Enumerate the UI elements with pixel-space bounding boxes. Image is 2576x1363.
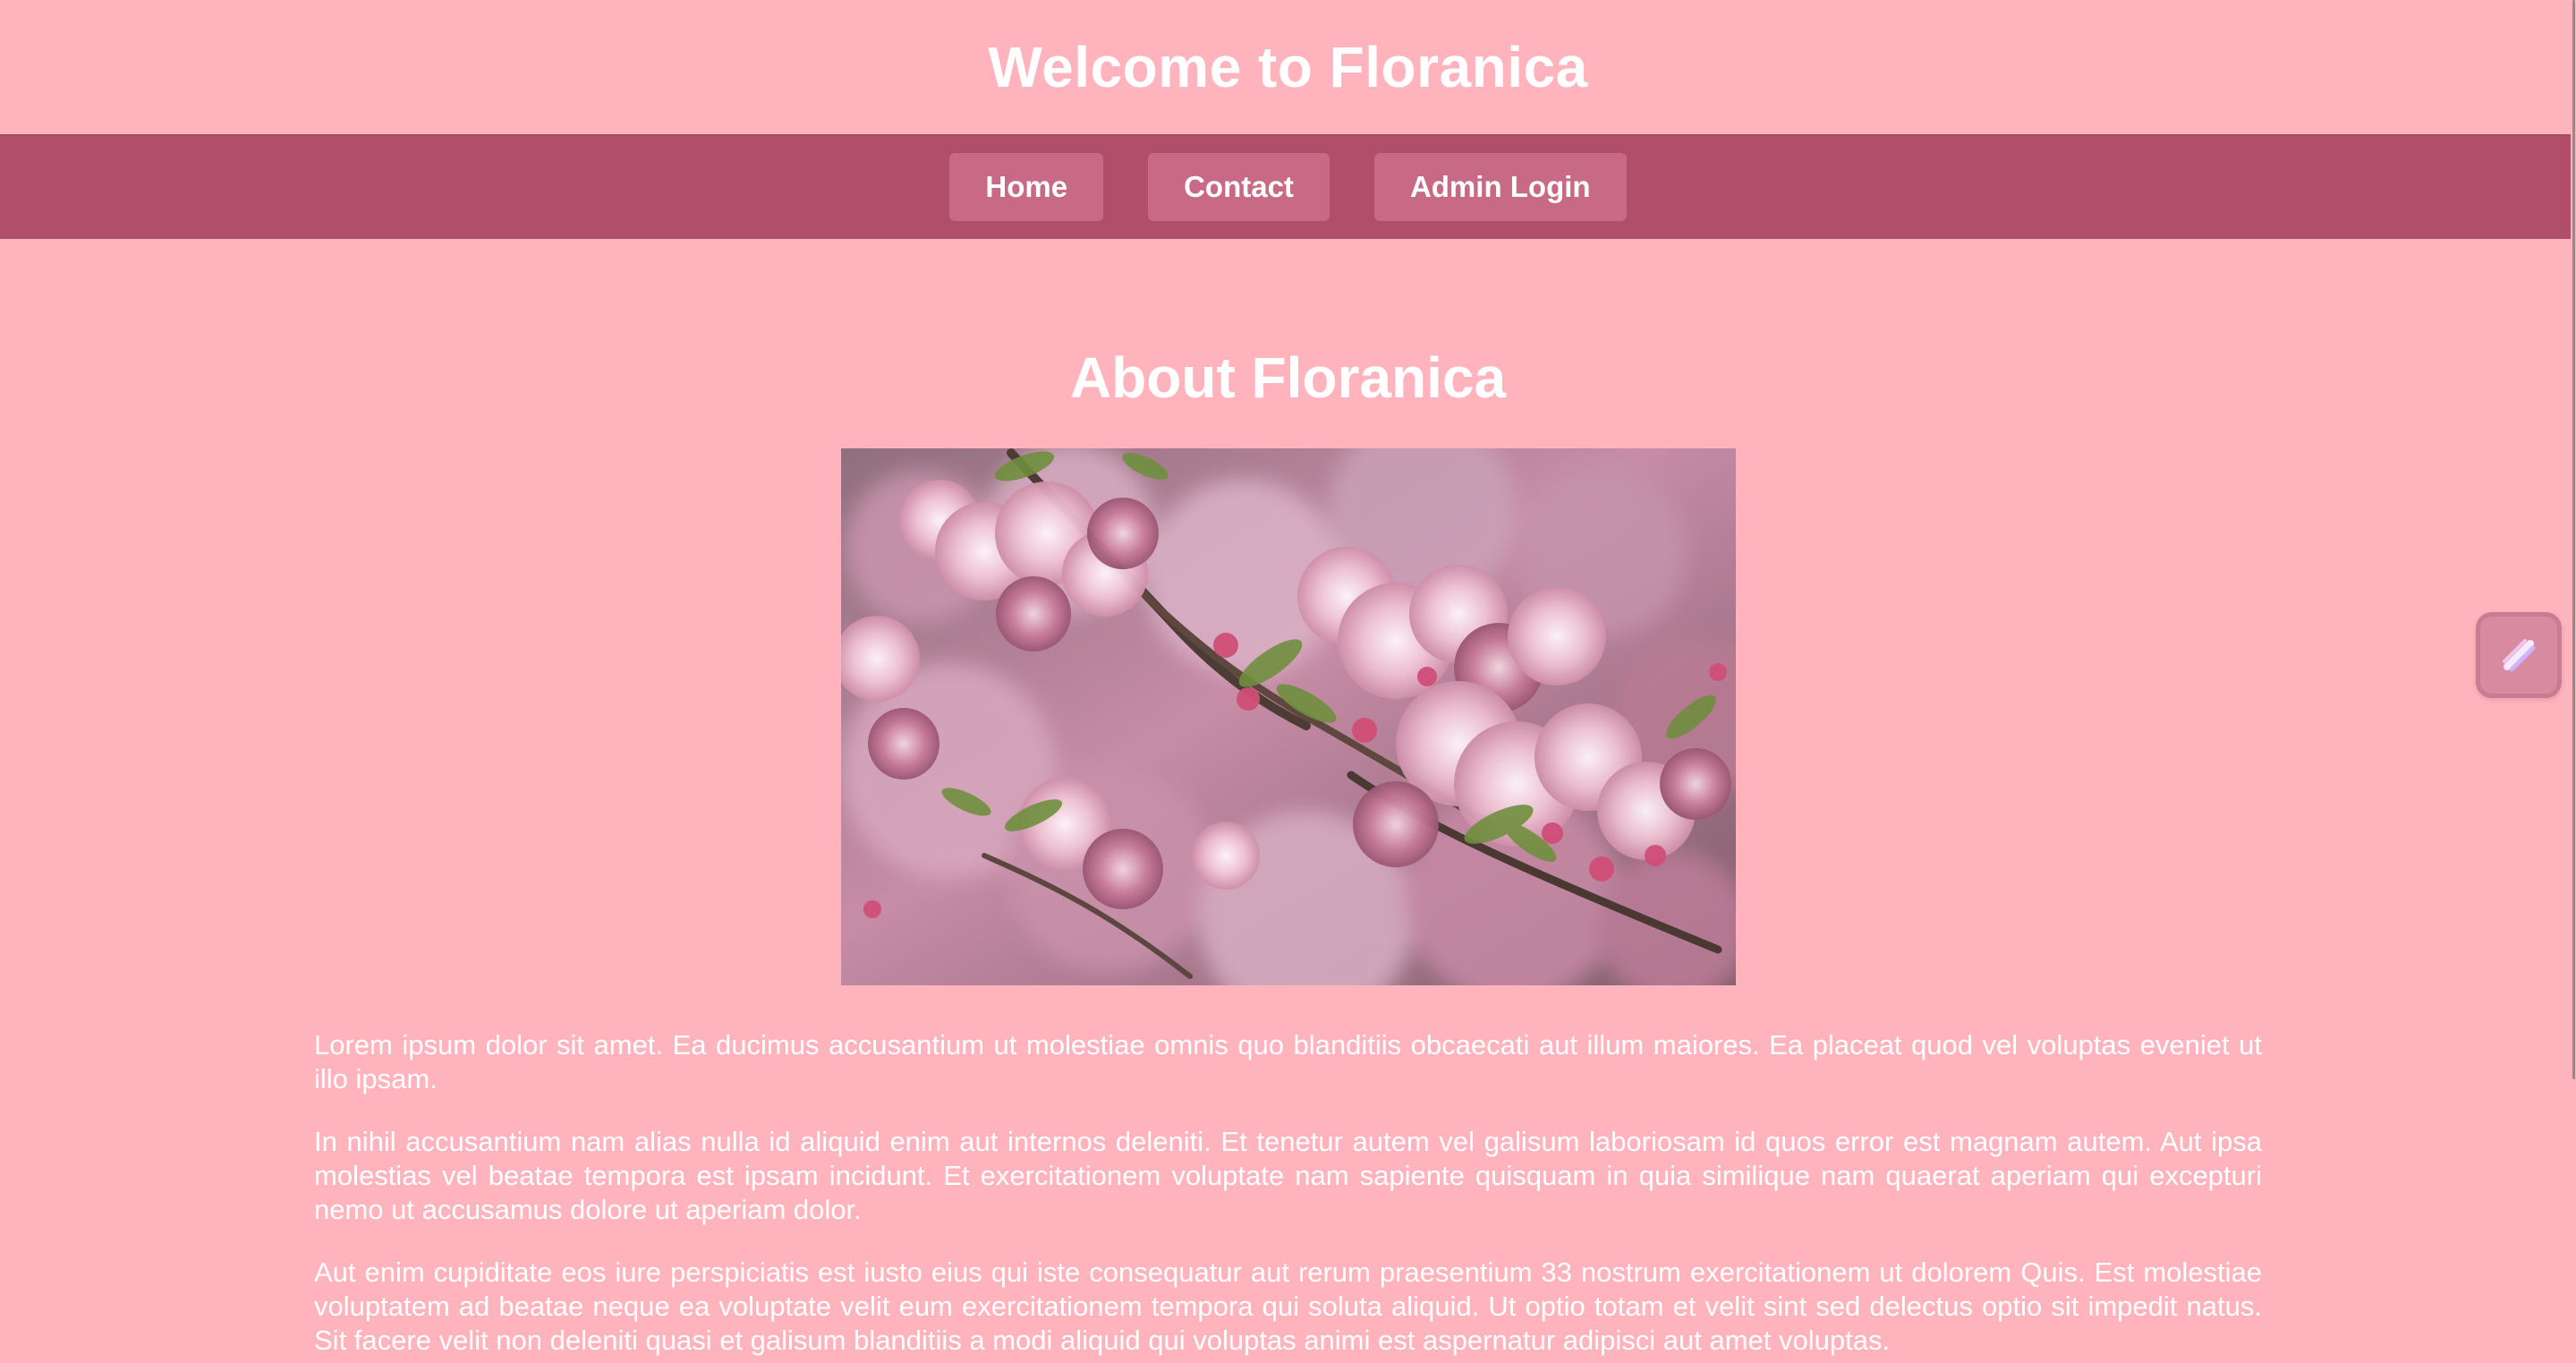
nav-admin-login-button[interactable]: Admin Login <box>1373 152 1627 221</box>
floating-widget-button[interactable] <box>2476 612 2562 698</box>
about-paragraph-1: Lorem ipsum dolor sit amet. Ea ducimus a… <box>314 1029 2262 1095</box>
slash-icon <box>2503 639 2536 672</box>
about-paragraph-3: Aut enim cupiditate eos iure perspiciati… <box>314 1257 2262 1356</box>
main-content: About Floranica Lorem ipsum dolor sit am… <box>314 239 2262 1358</box>
hero-image <box>840 448 1736 985</box>
nav-contact-button[interactable]: Contact <box>1148 152 1330 221</box>
site-title: Welcome to Floranica <box>988 35 1588 99</box>
nav-bar: Home Contact Admin Login <box>0 134 2576 239</box>
scrollbar-thumb[interactable] <box>2572 0 2575 1079</box>
about-title: About Floranica <box>1069 345 1507 410</box>
about-text: Lorem ipsum dolor sit amet. Ea ducimus a… <box>314 1028 2262 1358</box>
page: Welcome to Floranica Home Contact Admin … <box>0 0 2576 1363</box>
about-paragraph-2: In nihil accusantium nam alias nulla id … <box>314 1126 2262 1225</box>
hero-image-wrap <box>314 448 2262 985</box>
nav-home-button[interactable]: Home <box>949 152 1104 221</box>
site-header: Welcome to Floranica <box>0 0 2576 134</box>
